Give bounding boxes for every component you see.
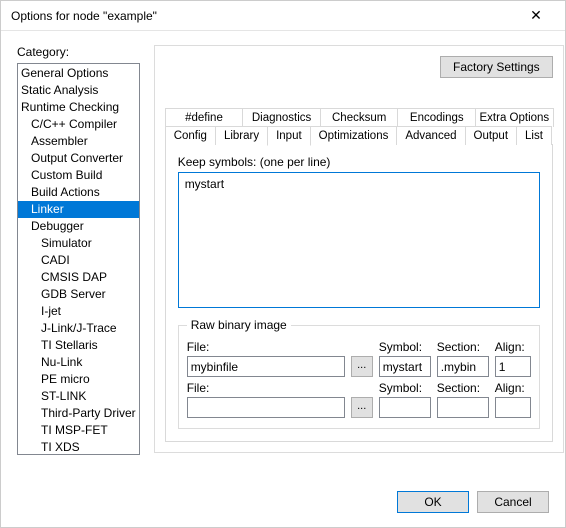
raw-header-row: File: Symbol: Section: Align: bbox=[187, 340, 531, 354]
raw-binary-fieldset: Raw binary image File: Symbol: Section: … bbox=[178, 318, 540, 429]
keep-symbols-textarea[interactable] bbox=[178, 172, 540, 308]
tab-input[interactable]: Input bbox=[267, 126, 311, 146]
options-column: Factory Settings #defineDiagnosticsCheck… bbox=[154, 45, 564, 473]
raw-browse-button-0[interactable]: ... bbox=[351, 356, 373, 377]
raw-align-label-1: Align: bbox=[495, 381, 531, 395]
category-item[interactable]: ST-LINK bbox=[18, 388, 139, 405]
category-item[interactable]: Build Actions bbox=[18, 184, 139, 201]
dialog-body: Category: General OptionsStatic Analysis… bbox=[1, 31, 565, 487]
category-column: Category: General OptionsStatic Analysis… bbox=[17, 45, 140, 473]
raw-file-label: File: bbox=[187, 340, 345, 354]
tab-output[interactable]: Output bbox=[465, 126, 518, 145]
raw-align-input-1[interactable] bbox=[495, 397, 531, 418]
category-item[interactable]: Output Converter bbox=[18, 150, 139, 167]
raw-header-row-1: File: Symbol: Section: Align: bbox=[187, 381, 531, 395]
tabs: #defineDiagnosticsChecksumEncodingsExtra… bbox=[165, 108, 553, 145]
category-item[interactable]: Debugger bbox=[18, 218, 139, 235]
factory-settings-button[interactable]: Factory Settings bbox=[440, 56, 553, 78]
tab-extra-options[interactable]: Extra Options bbox=[475, 108, 554, 127]
options-panel: Factory Settings #defineDiagnosticsCheck… bbox=[154, 45, 564, 453]
raw-section-label-1: Section: bbox=[437, 381, 489, 395]
category-item[interactable]: General Options bbox=[18, 65, 139, 82]
raw-section-input-0[interactable] bbox=[437, 356, 489, 377]
raw-row-0: ... bbox=[187, 356, 531, 377]
category-item[interactable]: GDB Server bbox=[18, 286, 139, 303]
raw-section-input-1[interactable] bbox=[437, 397, 489, 418]
category-item[interactable]: CMSIS DAP bbox=[18, 269, 139, 286]
tab-checksum[interactable]: Checksum bbox=[320, 108, 399, 127]
raw-file-input-1[interactable] bbox=[187, 397, 345, 418]
category-item[interactable]: C/C++ Compiler bbox=[18, 116, 139, 133]
tab-config[interactable]: Config bbox=[165, 126, 216, 145]
category-item[interactable]: TI MSP-FET bbox=[18, 422, 139, 439]
raw-file-label-1: File: bbox=[187, 381, 345, 395]
category-item[interactable]: Nu-Link bbox=[18, 354, 139, 371]
category-label: Category: bbox=[17, 45, 140, 59]
tab-diagnostics[interactable]: Diagnostics bbox=[242, 108, 321, 127]
raw-symbol-label: Symbol: bbox=[379, 340, 431, 354]
raw-symbol-input-0[interactable] bbox=[379, 356, 431, 377]
raw-row-1: ... bbox=[187, 397, 531, 418]
category-item[interactable]: Third-Party Driver bbox=[18, 405, 139, 422]
tab-content-input: Keep symbols: (one per line) Raw binary … bbox=[165, 144, 553, 442]
raw-symbol-input-1[interactable] bbox=[379, 397, 431, 418]
tab--define[interactable]: #define bbox=[165, 108, 244, 127]
title-bar: Options for node "example" ✕ bbox=[1, 1, 565, 31]
keep-symbols-label: Keep symbols: (one per line) bbox=[178, 155, 540, 169]
tabs-row-2: ConfigLibraryInputOptimizationsAdvancedO… bbox=[165, 126, 553, 145]
category-item[interactable]: Assembler bbox=[18, 133, 139, 150]
window-title: Options for node "example" bbox=[11, 9, 515, 23]
tab-optimizations[interactable]: Optimizations bbox=[310, 126, 398, 145]
category-item[interactable]: TI XDS bbox=[18, 439, 139, 455]
factory-row: Factory Settings bbox=[165, 56, 553, 78]
tab-encodings[interactable]: Encodings bbox=[397, 108, 476, 127]
category-item[interactable]: Runtime Checking bbox=[18, 99, 139, 116]
raw-file-input-0[interactable] bbox=[187, 356, 345, 377]
category-item[interactable]: Linker bbox=[18, 201, 139, 218]
close-button[interactable]: ✕ bbox=[515, 2, 557, 30]
dialog-footer: OK Cancel bbox=[1, 487, 565, 527]
category-item[interactable]: Simulator bbox=[18, 235, 139, 252]
category-item[interactable]: I-jet bbox=[18, 303, 139, 320]
category-item[interactable]: PE micro bbox=[18, 371, 139, 388]
category-item[interactable]: TI Stellaris bbox=[18, 337, 139, 354]
cancel-button[interactable]: Cancel bbox=[477, 491, 549, 513]
raw-browse-button-1[interactable]: ... bbox=[351, 397, 373, 418]
raw-binary-legend: Raw binary image bbox=[187, 318, 291, 332]
raw-symbol-label-1: Symbol: bbox=[379, 381, 431, 395]
category-item[interactable]: Static Analysis bbox=[18, 82, 139, 99]
category-item[interactable]: J-Link/J-Trace bbox=[18, 320, 139, 337]
tabs-row-1: #defineDiagnosticsChecksumEncodingsExtra… bbox=[165, 108, 553, 127]
tab-library[interactable]: Library bbox=[215, 126, 268, 145]
raw-section-label: Section: bbox=[437, 340, 489, 354]
category-item[interactable]: CADI bbox=[18, 252, 139, 269]
category-list[interactable]: General OptionsStatic AnalysisRuntime Ch… bbox=[17, 63, 140, 455]
tab-advanced[interactable]: Advanced bbox=[396, 126, 465, 145]
raw-align-input-0[interactable] bbox=[495, 356, 531, 377]
ok-button[interactable]: OK bbox=[397, 491, 469, 513]
raw-align-label: Align: bbox=[495, 340, 531, 354]
tab-list[interactable]: List bbox=[516, 126, 552, 145]
category-item[interactable]: Custom Build bbox=[18, 167, 139, 184]
